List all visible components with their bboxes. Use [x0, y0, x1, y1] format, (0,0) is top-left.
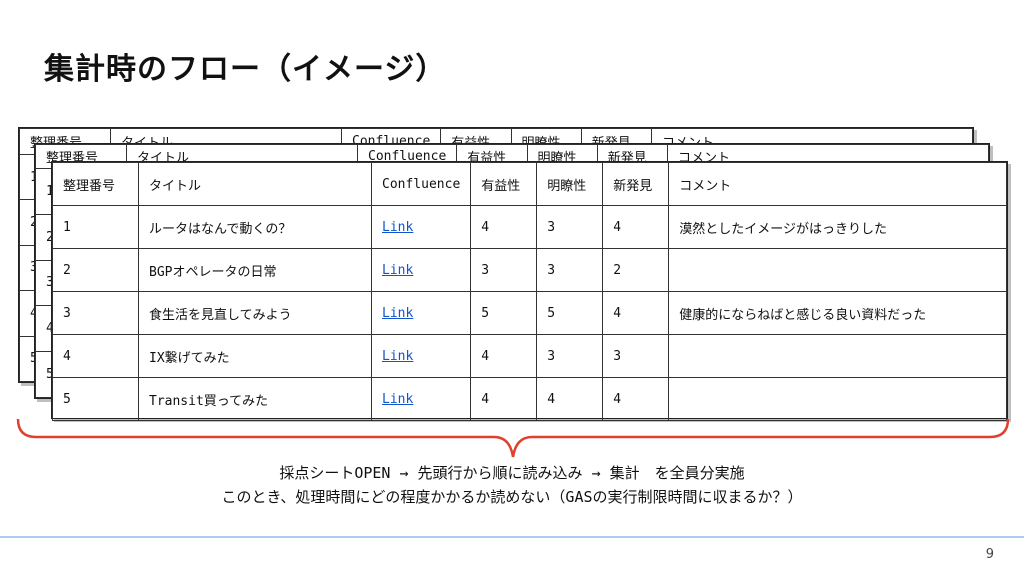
cell-usefulness: 3 — [470, 248, 538, 292]
cell-comment: 漠然としたイメージがはっきりした — [668, 205, 1007, 249]
cell-clarity: 4 — [536, 377, 604, 421]
note-line-1: 採点シートOPEN → 先頭行から順に読み込み → 集計 を全員分実施 — [279, 464, 745, 482]
confluence-link[interactable]: Link — [382, 349, 413, 364]
confluence-link[interactable]: Link — [382, 392, 413, 407]
cell-comment — [668, 377, 1007, 421]
cell-clarity: 3 — [536, 334, 604, 378]
header-cell: 新発見 — [602, 162, 670, 206]
slide-title: 集計時のフロー（イメージ） — [44, 52, 447, 87]
cell-id: 3 — [52, 291, 139, 335]
note-line-2: このとき、処理時間にどの程度かかるか読めない（GASの実行制限時間に収まるか？） — [221, 488, 803, 506]
cell-id: 4 — [52, 334, 139, 378]
table-row: 2 BGPオペレータの日常 Link 3 3 2 — [52, 248, 1007, 292]
confluence-link[interactable]: Link — [382, 263, 413, 278]
cell-discovery: 4 — [602, 377, 670, 421]
table-header-row: 整理番号 タイトル Confluence 有益性 明瞭性 新発見 コメント — [52, 162, 1007, 206]
table-row: 5 Transit買ってみた Link 4 4 4 — [52, 377, 1007, 421]
header-cell: コメント — [668, 162, 1007, 206]
header-cell: タイトル — [138, 162, 372, 206]
table-row: 3 食生活を見直してみよう Link 5 5 4 健康的にならねばと感じる良い資… — [52, 291, 1007, 335]
confluence-link[interactable]: Link — [382, 306, 413, 321]
header-cell: 整理番号 — [52, 162, 139, 206]
cell-id: 2 — [52, 248, 139, 292]
table-row: 4 IX繋げてみた Link 4 3 3 — [52, 334, 1007, 378]
cell-discovery: 2 — [602, 248, 670, 292]
cell-discovery: 4 — [602, 291, 670, 335]
cell-title: 食生活を見直してみよう — [138, 291, 372, 335]
cell-comment — [668, 248, 1007, 292]
cell-title: BGPオペレータの日常 — [138, 248, 372, 292]
cell-usefulness: 5 — [470, 291, 538, 335]
cell-discovery: 4 — [602, 205, 670, 249]
cell-id: 1 — [52, 205, 139, 249]
cell-comment — [668, 334, 1007, 378]
cell-clarity: 3 — [536, 248, 604, 292]
confluence-link[interactable]: Link — [382, 220, 413, 235]
cell-discovery: 3 — [602, 334, 670, 378]
page-number: 9 — [985, 547, 994, 562]
header-cell: Confluence — [370, 162, 472, 206]
header-cell: 明瞭性 — [536, 162, 604, 206]
cell-usefulness: 4 — [470, 205, 538, 249]
cell-id: 5 — [52, 377, 139, 421]
cell-usefulness: 4 — [470, 334, 538, 378]
score-sheet: 整理番号 タイトル Confluence 有益性 明瞭性 新発見 コメント 1 … — [51, 161, 1008, 421]
cell-link: Link — [370, 377, 472, 421]
table-row: 1 ルータはなんで動くの？ Link 4 3 4 漠然としたイメージがはっきりし… — [52, 205, 1007, 249]
cell-link: Link — [370, 248, 472, 292]
cell-title: Transit買ってみた — [138, 377, 372, 421]
cell-link: Link — [370, 205, 472, 249]
curly-brace-path — [16, 418, 1010, 458]
cell-usefulness: 4 — [470, 377, 538, 421]
header-cell: 有益性 — [470, 162, 538, 206]
cell-comment: 健康的にならねばと感じる良い資料だった — [668, 291, 1007, 335]
cell-title: ルータはなんで動くの？ — [138, 205, 372, 249]
cell-link: Link — [370, 334, 472, 378]
curly-brace — [16, 418, 1010, 458]
cell-clarity: 3 — [536, 205, 604, 249]
footer-divider — [0, 536, 1024, 538]
cell-title: IX繋げてみた — [138, 334, 372, 378]
cell-clarity: 5 — [536, 291, 604, 335]
cell-link: Link — [370, 291, 472, 335]
